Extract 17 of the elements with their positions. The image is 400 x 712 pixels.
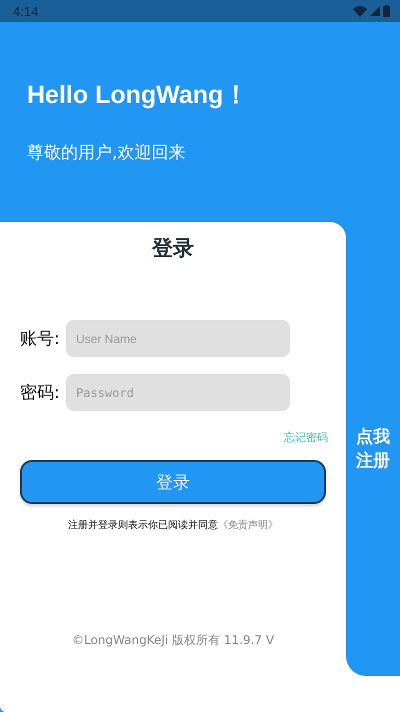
password-field[interactable]: Password [66,374,290,411]
field-label: 密码: [20,382,61,404]
field-label: 账号: [20,328,61,350]
agreement-text: 注册并登录则表示你已阅读并同意《免责声明》 [68,518,278,532]
username-field[interactable]: User Name [66,320,290,357]
login-button[interactable]: 登录 [20,460,326,504]
signal-icon [370,6,380,16]
copyright-text: ©LongWangKeJi 版权所有 11.9.7 V [72,632,274,649]
greeting-title: Hello LongWang！ [27,80,250,111]
battery-icon [383,5,390,17]
disclaimer-link[interactable]: 《免责声明》 [218,520,278,531]
login-title: 登录 [152,235,194,262]
wifi-icon [353,6,367,16]
register-tab[interactable]: 点我注册 [346,222,400,676]
status-time: 4:14 [13,4,38,18]
forgot-password-link[interactable]: 忘记密码 [284,430,328,445]
welcome-subtitle: 尊敬的用户,欢迎回来 [27,142,186,164]
